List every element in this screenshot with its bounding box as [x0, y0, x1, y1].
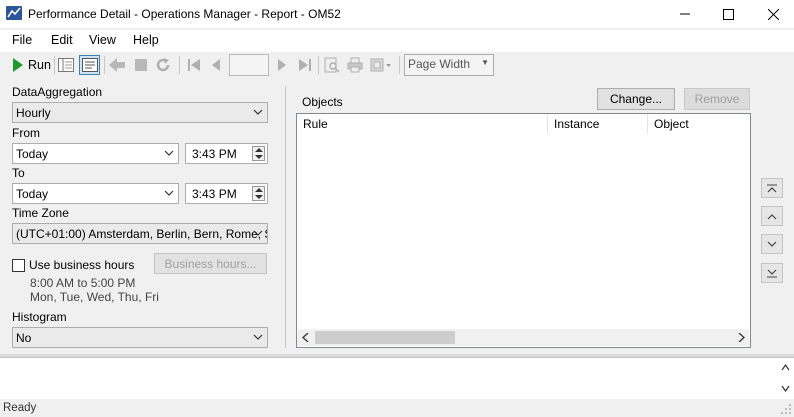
refresh-icon	[155, 57, 171, 73]
to-time-field[interactable]: 3:43 PM	[185, 183, 268, 204]
histogram-value: No	[16, 331, 32, 345]
parameters-toggle-icon[interactable]	[79, 55, 100, 75]
move-bottom-button[interactable]	[761, 263, 783, 283]
previous-page-icon	[208, 57, 224, 73]
aggregation-label: DataAggregation	[12, 85, 103, 99]
to-date-dropdown[interactable]: Today	[12, 183, 179, 204]
last-page-icon	[297, 57, 313, 73]
toolbar-separator	[104, 56, 105, 74]
column-header-object[interactable]: Object	[648, 114, 750, 134]
timezone-value: (UTC+01:00) Amsterdam, Berlin, Bern, Rom…	[16, 227, 268, 241]
window-title: Performance Detail - Operations Manager …	[28, 7, 341, 21]
document-map-icon[interactable]	[58, 57, 74, 73]
aggregation-value: Hourly	[16, 106, 51, 120]
scroll-up-icon[interactable]	[781, 364, 790, 371]
panel-splitter[interactable]	[285, 86, 286, 348]
next-page-icon	[274, 57, 290, 73]
chevron-down-icon	[253, 109, 263, 115]
objects-label: Objects	[302, 95, 343, 109]
move-up-icon	[767, 213, 777, 219]
chevron-down-icon	[164, 150, 174, 156]
menu-file[interactable]: File	[12, 33, 32, 47]
app-icon	[6, 6, 22, 20]
business-hours-checkbox[interactable]	[12, 259, 25, 272]
from-label: From	[12, 126, 40, 140]
scroll-down-icon[interactable]	[781, 385, 790, 392]
run-icon[interactable]	[10, 57, 26, 73]
resize-grip-icon[interactable]	[781, 404, 792, 415]
close-icon	[767, 8, 779, 20]
move-top-button[interactable]	[761, 178, 783, 198]
menu-edit[interactable]: Edit	[51, 33, 73, 47]
menu-view[interactable]: View	[89, 33, 116, 47]
move-up-button[interactable]	[761, 206, 783, 226]
histogram-dropdown[interactable]: No	[12, 327, 268, 348]
toolbar-separator	[54, 56, 55, 74]
histogram-label: Histogram	[12, 310, 67, 324]
scrollbar-thumb[interactable]	[315, 331, 455, 344]
menu-help[interactable]: Help	[133, 33, 159, 47]
to-date-value: Today	[16, 187, 49, 201]
zoom-select[interactable]: Page Width ▼	[404, 54, 494, 76]
print-icon	[347, 57, 363, 73]
status-bar	[0, 399, 794, 417]
scroll-left-icon[interactable]	[302, 333, 310, 342]
report-viewer-pane	[0, 357, 794, 399]
horizontal-scrollbar[interactable]	[298, 329, 749, 346]
to-time-value: 3:43 PM	[192, 187, 237, 201]
toolbar-separator	[179, 56, 180, 74]
toolbar-separator	[399, 56, 400, 74]
maximize-icon	[722, 8, 734, 20]
to-label: To	[12, 166, 25, 180]
toolbar-separator	[318, 56, 319, 74]
business-hours-days: Mon, Tue, Wed, Thu, Fri	[30, 290, 159, 304]
stop-icon	[133, 57, 149, 73]
from-time-field[interactable]: 3:43 PM	[185, 143, 268, 164]
timezone-dropdown[interactable]: (UTC+01:00) Amsterdam, Berlin, Bern, Rom…	[12, 223, 268, 244]
change-button[interactable]: Change...	[597, 88, 675, 110]
dropdown-arrow-icon: ▼	[481, 58, 489, 67]
menu-bar	[0, 30, 794, 52]
time-spinner[interactable]	[252, 186, 265, 201]
export-icon	[369, 57, 393, 73]
zoom-value: Page Width	[408, 57, 471, 71]
time-spinner[interactable]	[252, 146, 265, 161]
maximize-button[interactable]	[705, 0, 751, 28]
chevron-down-icon	[164, 190, 174, 196]
move-to-bottom-icon	[767, 269, 777, 277]
column-header-rule[interactable]: Rule	[297, 114, 548, 134]
timezone-label: Time Zone	[12, 206, 69, 220]
minimize-icon	[680, 13, 690, 15]
status-text: Ready	[3, 402, 37, 414]
move-down-button[interactable]	[761, 234, 783, 254]
move-down-icon	[767, 241, 777, 247]
business-hours-checkbox-label[interactable]: Use business hours	[29, 258, 134, 272]
back-icon	[109, 57, 125, 73]
from-date-value: Today	[16, 147, 49, 161]
move-to-top-icon	[767, 184, 777, 192]
remove-button: Remove	[684, 88, 750, 110]
chevron-down-icon	[253, 230, 263, 236]
objects-grid[interactable]: Rule Instance Object	[296, 113, 751, 348]
print-preview-icon	[324, 57, 340, 73]
business-hours-button: Business hours...	[154, 253, 267, 274]
chevron-down-icon	[253, 334, 263, 340]
first-page-icon	[186, 57, 202, 73]
from-date-dropdown[interactable]: Today	[12, 143, 179, 164]
aggregation-dropdown[interactable]: Hourly	[12, 102, 268, 123]
page-number-input[interactable]	[229, 54, 269, 76]
close-button[interactable]	[750, 0, 794, 28]
minimize-button[interactable]	[662, 0, 708, 28]
column-header-instance[interactable]: Instance	[548, 114, 648, 134]
run-button[interactable]: Run	[28, 58, 51, 72]
business-hours-time: 8:00 AM to 5:00 PM	[30, 276, 136, 290]
from-time-value: 3:43 PM	[192, 147, 237, 161]
scroll-right-icon[interactable]	[737, 333, 745, 342]
